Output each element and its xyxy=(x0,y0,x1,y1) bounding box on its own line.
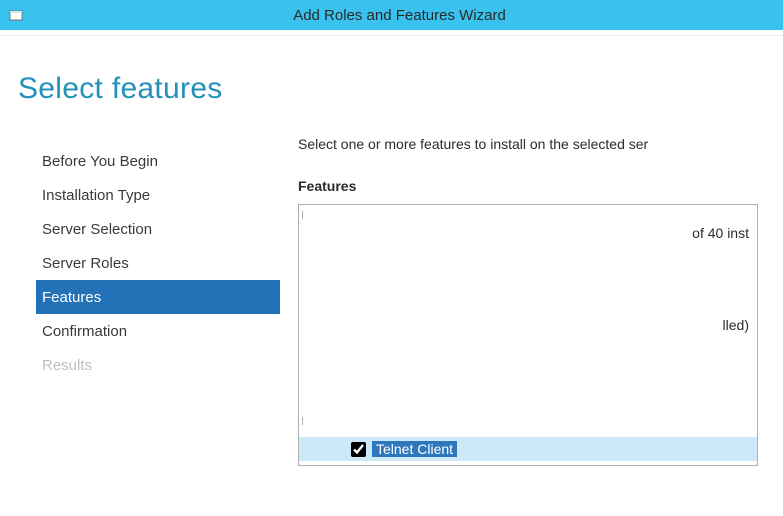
step-results: Results xyxy=(36,348,280,382)
titlebar: Add Roles and Features Wizard xyxy=(0,0,783,30)
text-fragment-installed: lled) xyxy=(723,317,749,333)
main-panel: Select one or more features to install o… xyxy=(280,144,783,466)
feature-checkbox-telnet-client[interactable] xyxy=(351,442,366,457)
step-label: Features xyxy=(42,289,101,306)
step-confirmation[interactable]: Confirmation xyxy=(36,314,280,348)
page-title: Select features xyxy=(0,72,783,106)
step-label: Installation Type xyxy=(42,187,150,204)
step-installation-type[interactable]: Installation Type xyxy=(36,178,280,212)
features-label: Features xyxy=(298,178,783,194)
wizard-page: Select features Before You Begin Install… xyxy=(0,36,783,466)
tree-line-fragment xyxy=(302,211,303,219)
step-server-selection[interactable]: Server Selection xyxy=(36,212,280,246)
features-listbox[interactable]: of 40 inst lled) Telnet Client xyxy=(298,204,758,466)
step-label: Results xyxy=(42,357,92,374)
text-fragment-install-count: of 40 inst xyxy=(692,225,749,241)
step-label: Server Roles xyxy=(42,255,129,272)
tree-line-fragment xyxy=(302,417,303,425)
feature-item-telnet-client[interactable]: Telnet Client xyxy=(299,437,757,461)
step-label: Before You Begin xyxy=(42,153,158,170)
wizard-icon xyxy=(8,7,24,23)
step-label: Server Selection xyxy=(42,221,152,238)
instruction-text: Select one or more features to install o… xyxy=(298,136,783,152)
window-title: Add Roles and Features Wizard xyxy=(24,7,775,24)
step-features[interactable]: Features xyxy=(36,280,280,314)
step-label: Confirmation xyxy=(42,323,127,340)
step-before-you-begin[interactable]: Before You Begin xyxy=(36,144,280,178)
wizard-steps-sidebar: Before You Begin Installation Type Serve… xyxy=(0,144,280,466)
step-server-roles[interactable]: Server Roles xyxy=(36,246,280,280)
feature-label: Telnet Client xyxy=(372,441,457,457)
